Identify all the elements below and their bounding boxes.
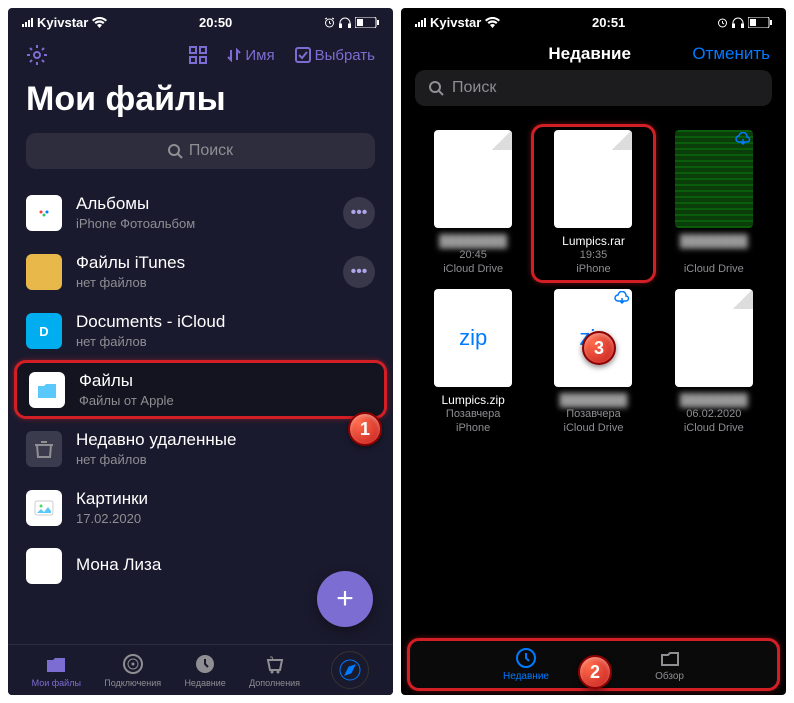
tab-item[interactable]: Недавние xyxy=(184,652,225,688)
headphones-icon xyxy=(339,17,351,28)
file-name: Файлы iTunes xyxy=(76,253,329,273)
file-meta: ПозавчераiCloud Drive xyxy=(564,407,624,436)
select-button[interactable]: Выбрать xyxy=(295,47,375,64)
folder-icon xyxy=(26,431,62,467)
file-name: Lumpics.zip xyxy=(441,393,504,407)
file-row[interactable]: Альбомы iPhone Фотоальбом ••• xyxy=(8,183,393,242)
callout-3: 3 xyxy=(582,331,616,365)
battery-icon xyxy=(748,17,772,28)
safari-icon[interactable] xyxy=(331,651,369,689)
file-name: Недавно удаленные xyxy=(76,430,375,450)
signal-icon xyxy=(22,18,33,27)
folder-icon xyxy=(26,195,62,231)
cloud-download-icon xyxy=(614,291,630,307)
file-name: Documents - iCloud xyxy=(76,312,375,332)
file-item[interactable]: ████████ iCloud Drive xyxy=(658,130,770,277)
file-subtitle: Файлы от Apple xyxy=(79,393,372,408)
tab-item[interactable]: Подключения xyxy=(104,652,161,688)
header: Недавние Отменить xyxy=(401,36,786,70)
file-name: ████████ xyxy=(680,393,748,407)
file-subtitle: iPhone Фотоальбом xyxy=(76,216,329,231)
tab-item[interactable]: Мои файлы xyxy=(32,652,81,688)
headphones-icon xyxy=(732,17,744,28)
clock-label: 20:51 xyxy=(592,15,625,30)
file-subtitle: 17.02.2020 xyxy=(76,511,375,526)
file-row[interactable]: Картинки 17.02.2020 xyxy=(8,478,393,537)
file-name: Альбомы xyxy=(76,194,329,214)
file-manager-app: Kyivstar 20:50 Имя Выбрать Мои фа xyxy=(8,8,393,695)
grid-view-icon[interactable] xyxy=(189,46,207,64)
carrier-label: Kyivstar xyxy=(37,15,88,30)
file-meta: 06.02.2020iCloud Drive xyxy=(684,407,744,436)
folder-icon xyxy=(29,372,65,408)
file-row[interactable]: Файлы Файлы от Apple xyxy=(14,360,387,419)
file-thumbnail xyxy=(675,130,753,228)
folder-icon xyxy=(26,490,62,526)
svg-text:D: D xyxy=(39,324,48,339)
callout-2: 2 xyxy=(578,655,612,689)
status-bar: Kyivstar 20:50 xyxy=(8,8,393,36)
file-name: ████████ xyxy=(559,393,627,407)
file-item[interactable]: Lumpics.rar 19:35iPhone xyxy=(537,130,649,277)
wifi-icon xyxy=(485,17,500,28)
file-name: ████████ xyxy=(439,234,507,248)
file-subtitle: нет файлов xyxy=(76,452,375,467)
wifi-icon xyxy=(92,17,107,28)
file-meta: 19:35iPhone xyxy=(576,248,610,277)
file-subtitle: нет файлов xyxy=(76,275,329,290)
file-subtitle: нет файлов xyxy=(76,334,375,349)
file-name: Мона Лиза xyxy=(76,555,375,575)
tab-item[interactable]: Дополнения xyxy=(249,652,300,688)
file-item[interactable]: ████████ 06.02.2020iCloud Drive xyxy=(658,289,770,436)
file-row[interactable]: D Documents - iCloud нет файлов xyxy=(8,301,393,360)
file-thumbnail xyxy=(675,289,753,387)
folder-icon: D xyxy=(26,313,62,349)
folder-icon xyxy=(26,548,62,584)
clock-label: 20:50 xyxy=(199,15,232,30)
header-title: Недавние xyxy=(487,44,692,64)
search-input[interactable]: Поиск xyxy=(26,133,375,169)
file-name: Lumpics.rar xyxy=(562,234,625,248)
tab-item[interactable]: Обзор xyxy=(655,647,684,682)
file-meta: 20:45iCloud Drive xyxy=(443,248,503,277)
search-icon xyxy=(429,81,444,96)
file-grid: ████████ 20:45iCloud Drive Lumpics.rar 1… xyxy=(401,120,786,445)
folder-icon xyxy=(26,254,62,290)
search-input[interactable]: Поиск xyxy=(415,70,772,106)
file-name: Картинки xyxy=(76,489,375,509)
cloud-download-icon xyxy=(735,132,751,148)
signal-icon xyxy=(415,18,426,27)
gear-icon[interactable] xyxy=(26,44,48,66)
sort-button[interactable]: Имя xyxy=(227,47,274,64)
file-item[interactable]: zip Lumpics.zip ПозавчераiPhone xyxy=(417,289,529,436)
toolbar: Имя Выбрать xyxy=(8,36,393,74)
tab-bar: Мои файлы Подключения Недавние Дополнения xyxy=(8,644,393,695)
file-thumbnail: zip xyxy=(434,289,512,387)
file-thumbnail xyxy=(434,130,512,228)
tab-item[interactable]: Недавние xyxy=(503,647,549,682)
page-title: Мои файлы xyxy=(8,74,393,133)
more-button[interactable]: ••• xyxy=(343,197,375,229)
carrier-label: Kyivstar xyxy=(430,15,481,30)
callout-1: 1 xyxy=(348,412,382,446)
file-item[interactable]: ████████ 20:45iCloud Drive xyxy=(417,130,529,277)
file-name: ████████ xyxy=(680,234,748,248)
more-button[interactable]: ••• xyxy=(343,256,375,288)
add-button[interactable]: + xyxy=(317,571,373,627)
file-meta: ПозавчераiPhone xyxy=(446,407,501,436)
alarm-icon xyxy=(324,17,335,28)
file-meta: iCloud Drive xyxy=(684,248,744,277)
battery-icon xyxy=(355,17,379,28)
alarm-icon xyxy=(717,17,728,28)
file-thumbnail xyxy=(554,130,632,228)
file-row[interactable]: Недавно удаленные нет файлов xyxy=(8,419,393,478)
cancel-button[interactable]: Отменить xyxy=(692,44,770,64)
search-icon xyxy=(168,144,183,159)
file-row[interactable]: Файлы iTunes нет файлов ••• xyxy=(8,242,393,301)
status-bar: Kyivstar 20:51 xyxy=(401,8,786,36)
file-name: Файлы xyxy=(79,371,372,391)
